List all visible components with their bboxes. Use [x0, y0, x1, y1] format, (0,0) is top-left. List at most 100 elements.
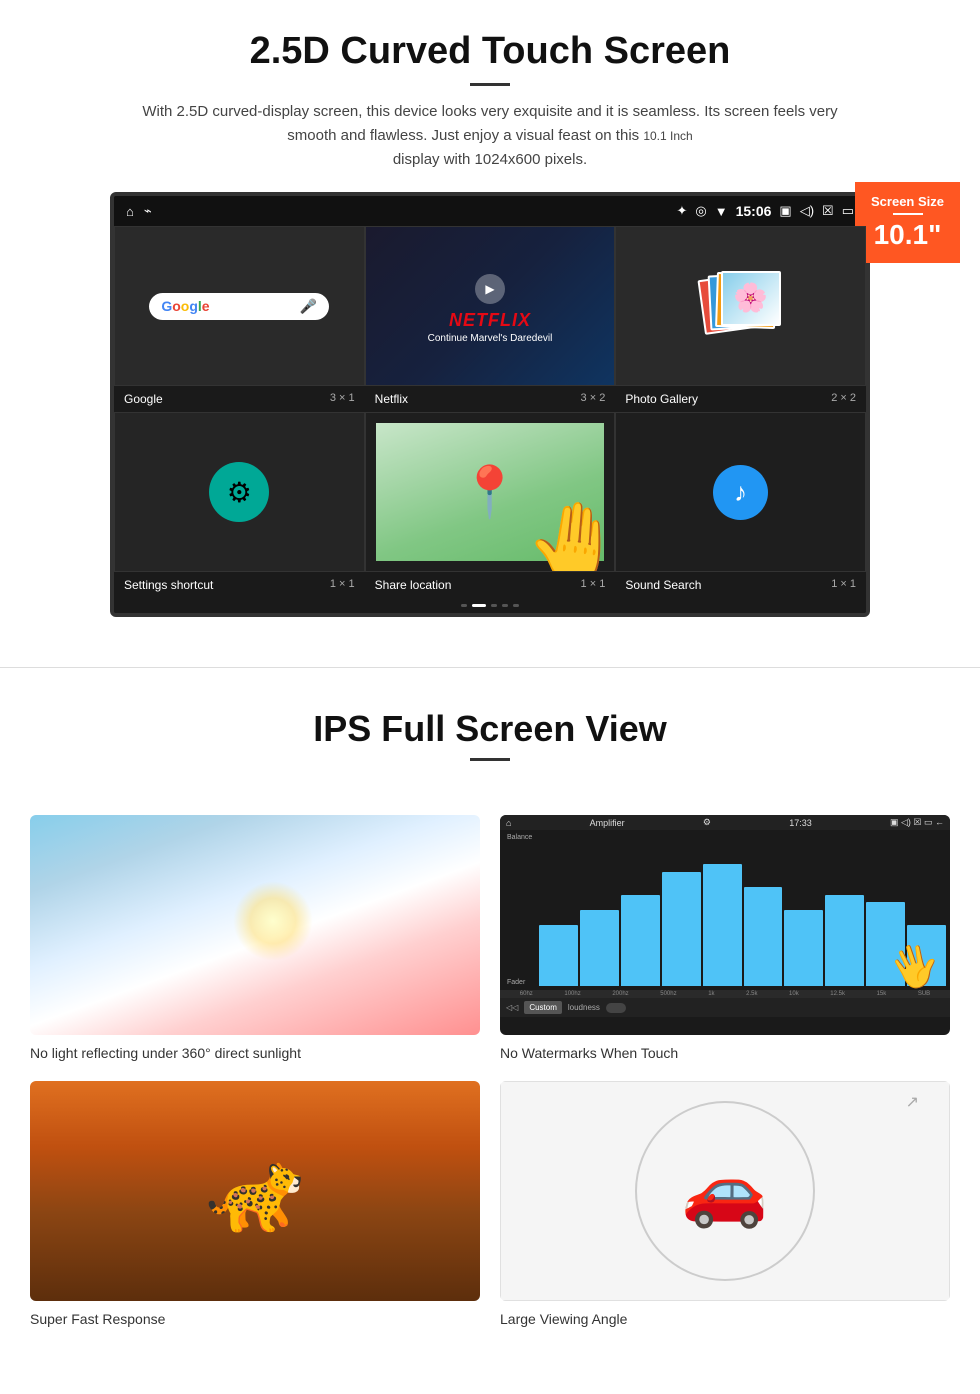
window-icon: ▭ [842, 203, 854, 219]
app-labels-bottom: Settings shortcut 1 × 1 Share location 1… [114, 572, 866, 598]
cheetah-emoji: 🐆 [205, 1144, 305, 1238]
music-icon: ♪ [713, 465, 768, 520]
cheetah-visual: 🐆 [30, 1081, 480, 1301]
eq-bar-6 [744, 887, 783, 986]
eq-freq-100: 100hz [564, 991, 580, 997]
home-icon[interactable]: ⌂ [126, 204, 134, 219]
eq-freq-10k: 10k [789, 991, 799, 997]
status-bar-left: ⌂ ⌁ [126, 203, 152, 219]
settings-icon: ⚙ [209, 462, 269, 522]
eq-bar-2 [580, 910, 619, 986]
photo-card-4: 🌸 [721, 271, 781, 326]
settings-label: Settings shortcut 1 × 1 [114, 572, 365, 598]
feature-sunlight: No light reflecting under 360° direct su… [30, 815, 480, 1061]
eq-freq-labels: 60hz 100hz 200hz 500hz 1k 2.5k 10k 12.5k… [500, 990, 950, 998]
music-app-cell[interactable]: ♪ [615, 412, 866, 572]
app-grid-top: Google 🎤 ▶ NETFLIX Continue Marvel's Dar… [114, 226, 866, 386]
car-arrow-icon: ↗ [906, 1092, 919, 1112]
netflix-app-cell[interactable]: ▶ NETFLIX Continue Marvel's Daredevil [365, 226, 616, 386]
eq-status-bar: ⌂ Amplifier ⚙ 17:33 ▣ ◁) ☒ ▭ ← [500, 815, 950, 830]
dot-2[interactable] [472, 604, 486, 607]
title-divider [470, 83, 510, 86]
sunlight-image [30, 815, 480, 1035]
location-icon: ◎ [695, 203, 706, 219]
google-app-cell[interactable]: Google 🎤 [114, 226, 365, 386]
google-search-bar[interactable]: Google 🎤 [149, 293, 329, 320]
settings-app-cell[interactable]: ⚙ [114, 412, 365, 572]
eq-bar-8 [825, 895, 864, 986]
hand-pointing-icon: 🤚 [521, 493, 616, 572]
google-label: Google 3 × 1 [114, 386, 365, 412]
eq-freq-500: 500hz [660, 991, 676, 997]
status-bar-right: ✦ ◎ ▼ 15:06 ▣ ◁) ☒ ▭ [676, 203, 854, 219]
dot-5[interactable] [513, 604, 519, 607]
app-grid-bottom: ⚙ 📍 🤚 ♪ [114, 412, 866, 572]
close-icon: ☒ [822, 203, 834, 219]
eq-visual: ⌂ Amplifier ⚙ 17:33 ▣ ◁) ☒ ▭ ← Balance F… [500, 815, 950, 1035]
eq-bar-3 [621, 895, 660, 986]
screen-size-badge: Screen Size 10.1" [855, 182, 960, 263]
eq-time: 17:33 [789, 818, 812, 828]
eq-bars [539, 834, 946, 986]
section-ips: IPS Full Screen View [0, 698, 980, 795]
eq-image: ⌂ Amplifier ⚙ 17:33 ▣ ◁) ☒ ▭ ← Balance F… [500, 815, 950, 1035]
sunlight-label: No light reflecting under 360° direct su… [30, 1045, 480, 1061]
voice-search-icon[interactable]: 🎤 [300, 298, 317, 315]
feature-car: 🚗 ↗ Large Viewing Angle [500, 1081, 950, 1327]
feature-watermarks: ⌂ Amplifier ⚙ 17:33 ▣ ◁) ☒ ▭ ← Balance F… [500, 815, 950, 1061]
section1-description: With 2.5D curved-display screen, this de… [140, 100, 840, 172]
dot-3[interactable] [491, 604, 497, 607]
eq-bar-5 [703, 864, 742, 986]
badge-divider [893, 213, 923, 215]
watermarks-label: No Watermarks When Touch [500, 1045, 950, 1061]
dot-4[interactable] [502, 604, 508, 607]
eq-freq-12k5: 12.5k [830, 991, 845, 997]
badge-label: Screen Size [871, 194, 944, 209]
eq-bottom-bar: ◁◁ Custom loudness [500, 998, 950, 1017]
eq-freq-sub: SUB [918, 991, 930, 997]
wifi-icon: ▼ [715, 204, 728, 219]
eq-fader-label: Fader [507, 979, 536, 986]
maps-app-cell[interactable]: 📍 🤚 [365, 412, 616, 572]
maps-label: Share location 1 × 1 [365, 572, 616, 598]
badge-size: 10.1" [871, 219, 944, 251]
dot-1[interactable] [461, 604, 467, 607]
gallery-app-cell[interactable]: 🌸 [615, 226, 866, 386]
eq-home-icon: ⌂ [506, 818, 511, 828]
eq-bar-1 [539, 925, 578, 986]
gallery-label: Photo Gallery 2 × 2 [615, 386, 866, 412]
netflix-play-button[interactable]: ▶ [475, 274, 505, 304]
music-label: Sound Search 1 × 1 [615, 572, 866, 598]
device-screen: ⌂ ⌁ ✦ ◎ ▼ 15:06 ▣ ◁) ☒ ▭ [110, 192, 870, 617]
netflix-subtitle: Continue Marvel's Daredevil [376, 333, 605, 344]
pagination-dots [114, 598, 866, 613]
eq-bar-4 [662, 872, 701, 986]
eq-freq-2k5: 2.5k [746, 991, 757, 997]
eq-balance-label: Balance [507, 834, 536, 841]
loudness-toggle[interactable] [606, 1003, 626, 1013]
eq-title: Amplifier [590, 818, 625, 828]
camera-icon: ▣ [779, 203, 791, 219]
photo-stack: 🌸 [701, 271, 781, 341]
bluetooth-icon: ✦ [676, 203, 687, 219]
eq-freq-15k: 15k [877, 991, 887, 997]
section2-title: IPS Full Screen View [60, 708, 920, 750]
section-divider-line [0, 667, 980, 668]
app-labels-top: Google 3 × 1 Netflix 3 × 2 Photo Gallery… [114, 386, 866, 412]
section2-divider [470, 758, 510, 761]
prev-icon: ◁◁ [506, 1003, 518, 1012]
device-mockup: Screen Size 10.1" ⌂ ⌁ ✦ ◎ ▼ 15:06 ▣ ◁) ☒ [110, 192, 870, 617]
status-bar: ⌂ ⌁ ✦ ◎ ▼ 15:06 ▣ ◁) ☒ ▭ [114, 196, 866, 226]
netflix-logo: NETFLIX [376, 310, 605, 331]
netflix-content: ▶ NETFLIX Continue Marvel's Daredevil [376, 268, 605, 344]
eq-freq-60: 60hz [520, 991, 533, 997]
eq-settings-icon: ⚙ [703, 817, 711, 828]
flower-icon: 🌸 [723, 273, 779, 314]
sky-visual [30, 815, 480, 1035]
custom-button[interactable]: Custom [524, 1001, 562, 1014]
feature-cheetah: 🐆 Super Fast Response [30, 1081, 480, 1327]
cheetah-image: 🐆 [30, 1081, 480, 1301]
eq-freq-200: 200hz [612, 991, 628, 997]
maps-icon: 📍 [459, 463, 521, 522]
cheetah-label: Super Fast Response [30, 1311, 480, 1327]
